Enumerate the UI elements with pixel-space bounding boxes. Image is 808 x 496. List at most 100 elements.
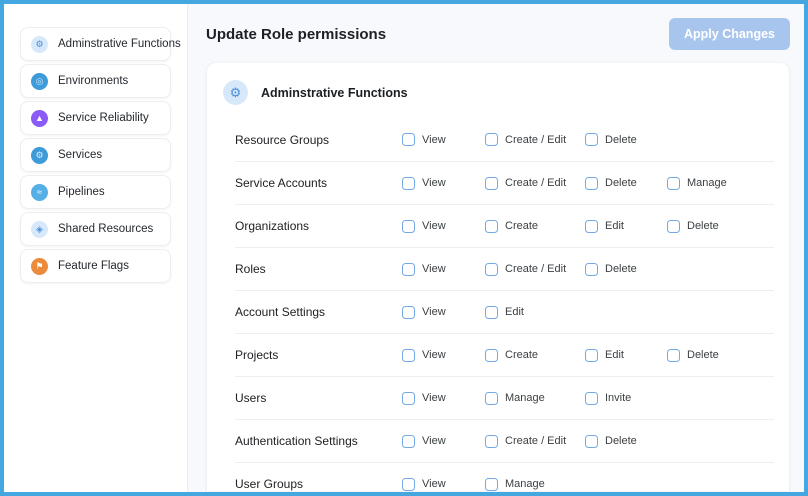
permission-checkbox[interactable]	[585, 349, 598, 362]
resource-label: Authentication Settings	[235, 434, 402, 448]
permission-cell: Delete	[667, 349, 774, 362]
sidebar-item-adminstrative-functions[interactable]: ⚙ Adminstrative Functions	[20, 27, 171, 61]
environments-icon: ◎	[31, 73, 48, 90]
permission-cell: Create	[485, 220, 585, 233]
permission-cell: View	[402, 435, 485, 448]
permission-label: Create / Edit	[505, 177, 566, 189]
permission-label: Create / Edit	[505, 263, 566, 275]
permission-cell: View	[402, 263, 485, 276]
permission-cell: Invite	[585, 392, 667, 405]
permission-label: Create / Edit	[505, 435, 566, 447]
sidebar-item-feature-flags[interactable]: ⚑ Feature Flags	[20, 249, 171, 283]
table-row: Resource Groups View Create / Edit Delet…	[235, 118, 774, 161]
permission-cell: View	[402, 306, 485, 319]
permission-checkbox[interactable]	[485, 392, 498, 405]
permission-label: Manage	[505, 392, 545, 404]
permission-checkbox[interactable]	[402, 392, 415, 405]
permission-cell: Create / Edit	[485, 177, 585, 190]
gear-icon: ⚙	[223, 80, 248, 105]
sidebar-item-services[interactable]: ⚙ Services	[20, 138, 171, 172]
permission-checkbox[interactable]	[485, 263, 498, 276]
permission-checkbox[interactable]	[402, 133, 415, 146]
main-header: Update Role permissions Apply Changes	[188, 4, 804, 62]
permission-checkbox[interactable]	[402, 306, 415, 319]
permission-label: View	[422, 392, 446, 404]
permission-checkbox[interactable]	[585, 133, 598, 146]
resource-label: Organizations	[235, 219, 402, 233]
permission-checkbox[interactable]	[585, 263, 598, 276]
permission-label: Delete	[605, 263, 637, 275]
permission-label: Delete	[687, 349, 719, 361]
permission-label: Create	[505, 349, 538, 361]
permission-checkbox[interactable]	[667, 349, 680, 362]
permission-cell: View	[402, 478, 485, 491]
permission-checkbox[interactable]	[402, 478, 415, 491]
permission-label: Edit	[605, 220, 624, 232]
permission-checkbox[interactable]	[402, 220, 415, 233]
permission-checkbox[interactable]	[485, 349, 498, 362]
permission-cell: View	[402, 220, 485, 233]
permission-label: Create	[505, 220, 538, 232]
permission-checkbox[interactable]	[485, 306, 498, 319]
permission-cell: Manage	[667, 177, 774, 190]
permission-checkbox[interactable]	[585, 220, 598, 233]
permissions-card: ⚙ Adminstrative Functions Resource Group…	[206, 62, 790, 492]
permission-checkbox[interactable]	[485, 177, 498, 190]
table-row: Projects View Create Edit Delete	[235, 333, 774, 376]
table-row: Service Accounts View Create / Edit Dele…	[235, 161, 774, 204]
apply-changes-button[interactable]: Apply Changes	[669, 18, 790, 50]
sidebar-item-environments[interactable]: ◎ Environments	[20, 64, 171, 98]
permission-label: Delete	[605, 134, 637, 146]
permission-cell: Delete	[585, 263, 667, 276]
sidebar-item-pipelines[interactable]: ≈ Pipelines	[20, 175, 171, 209]
table-row: Authentication Settings View Create / Ed…	[235, 419, 774, 462]
permission-cell: Create / Edit	[485, 263, 585, 276]
app-window: ⚙ Adminstrative Functions ◎ Environments…	[0, 0, 808, 496]
permission-cell: View	[402, 392, 485, 405]
permission-checkbox[interactable]	[402, 177, 415, 190]
table-row: Users View Manage Invite	[235, 376, 774, 419]
feature-flags-icon: ⚑	[31, 258, 48, 275]
permission-cell: Delete	[585, 435, 667, 448]
permission-checkbox[interactable]	[402, 435, 415, 448]
permission-checkbox[interactable]	[485, 220, 498, 233]
gear-icon: ⚙	[31, 36, 48, 53]
table-row: Roles View Create / Edit Delete	[235, 247, 774, 290]
permission-cell: Edit	[585, 220, 667, 233]
permission-checkbox[interactable]	[585, 392, 598, 405]
permission-cell: Create / Edit	[485, 133, 585, 146]
permissions-card-header: ⚙ Adminstrative Functions	[207, 63, 789, 118]
permission-checkbox[interactable]	[485, 478, 498, 491]
permission-label: View	[422, 220, 446, 232]
permission-cell: Manage	[485, 392, 585, 405]
resource-label: User Groups	[235, 477, 402, 491]
permission-checkbox[interactable]	[485, 133, 498, 146]
permission-checkbox[interactable]	[485, 435, 498, 448]
permission-cell: View	[402, 349, 485, 362]
permission-label: Manage	[505, 478, 545, 490]
permission-checkbox[interactable]	[585, 435, 598, 448]
permission-label: Delete	[605, 435, 637, 447]
permission-label: View	[422, 134, 446, 146]
permission-label: Manage	[687, 177, 727, 189]
permission-label: Invite	[605, 392, 631, 404]
permission-cell: Manage	[485, 478, 585, 491]
page-title: Update Role permissions	[206, 26, 386, 43]
permission-label: View	[422, 306, 446, 318]
permission-checkbox[interactable]	[667, 220, 680, 233]
permission-label: View	[422, 263, 446, 275]
permission-cell: View	[402, 177, 485, 190]
permission-label: Create / Edit	[505, 134, 566, 146]
permission-cell: Edit	[585, 349, 667, 362]
resource-label: Projects	[235, 348, 402, 362]
sidebar-item-service-reliability[interactable]: ▲ Service Reliability	[20, 101, 171, 135]
table-row: Organizations View Create Edit Delete	[235, 204, 774, 247]
permission-checkbox[interactable]	[667, 177, 680, 190]
permission-cell: Delete	[585, 177, 667, 190]
permissions-card-title: Adminstrative Functions	[261, 86, 408, 100]
permission-checkbox[interactable]	[402, 263, 415, 276]
permission-checkbox[interactable]	[402, 349, 415, 362]
sidebar-item-shared-resources[interactable]: ◈ Shared Resources	[20, 212, 171, 246]
permission-checkbox[interactable]	[585, 177, 598, 190]
permission-cell: View	[402, 133, 485, 146]
